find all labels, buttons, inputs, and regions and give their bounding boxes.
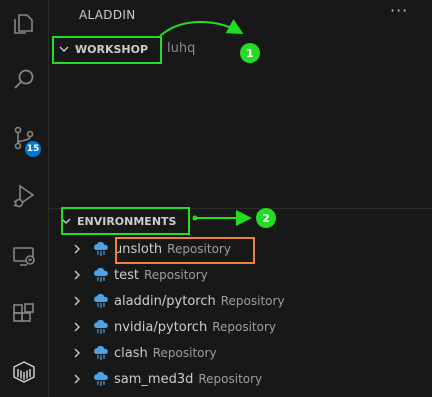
repo-type: Repository	[143, 268, 208, 282]
sidebar-title: ALADDIN	[79, 8, 136, 22]
aladdin-icon[interactable]	[0, 350, 48, 394]
run-debug-icon[interactable]	[0, 174, 48, 218]
repo-type: Repository	[152, 346, 217, 360]
repo-type: Repository	[212, 320, 277, 334]
chevron-right-icon	[74, 374, 80, 384]
chevron-right-icon	[74, 244, 80, 254]
cloud-icon	[94, 267, 108, 282]
repo-name: aladdin/pytorch	[114, 293, 216, 309]
list-item[interactable]: aladdin/pytorch Repository	[49, 288, 432, 314]
source-control-badge: 15	[25, 141, 41, 157]
list-item[interactable]: sam_med3d Repository	[49, 366, 432, 392]
cloud-icon	[94, 293, 108, 308]
extensions-icon[interactable]	[0, 292, 48, 336]
chevron-right-icon	[74, 296, 80, 306]
cloud-icon	[94, 371, 108, 386]
highlight-box-workshop	[52, 36, 162, 64]
repo-name: sam_med3d	[114, 371, 194, 387]
repo-name: test	[114, 267, 139, 283]
chevron-right-icon	[74, 348, 80, 358]
highlight-box-environments	[61, 207, 190, 235]
list-item[interactable]: clash Repository	[49, 340, 432, 366]
repo-type: Repository	[220, 294, 285, 308]
cloud-icon	[94, 241, 108, 256]
repo-type: Repository	[198, 372, 263, 386]
cloud-icon	[94, 319, 108, 334]
source-control-icon[interactable]	[0, 116, 48, 160]
repo-name: nvidia/pytorch	[114, 319, 208, 335]
callout-1: 1	[240, 43, 260, 63]
search-icon[interactable]	[0, 58, 48, 102]
sidebar: ALADDIN ··· WORKSHOP luhq ENVIRONMENTS u…	[49, 0, 432, 397]
explorer-icon[interactable]	[0, 2, 48, 46]
list-item[interactable]: nvidia/pytorch Repository	[49, 314, 432, 340]
activity-bar: 15	[0, 0, 49, 397]
cloud-icon	[94, 345, 108, 360]
chevron-right-icon	[74, 322, 80, 332]
list-item[interactable]: test Repository	[49, 262, 432, 288]
highlight-box-unsloth	[115, 237, 255, 264]
workshop-user: luhq	[167, 41, 196, 56]
remote-explorer-icon[interactable]	[0, 234, 48, 278]
callout-2: 2	[256, 208, 276, 228]
chevron-right-icon	[74, 270, 80, 280]
more-horizontal-icon[interactable]: ···	[390, 1, 408, 20]
repo-name: clash	[114, 345, 148, 361]
